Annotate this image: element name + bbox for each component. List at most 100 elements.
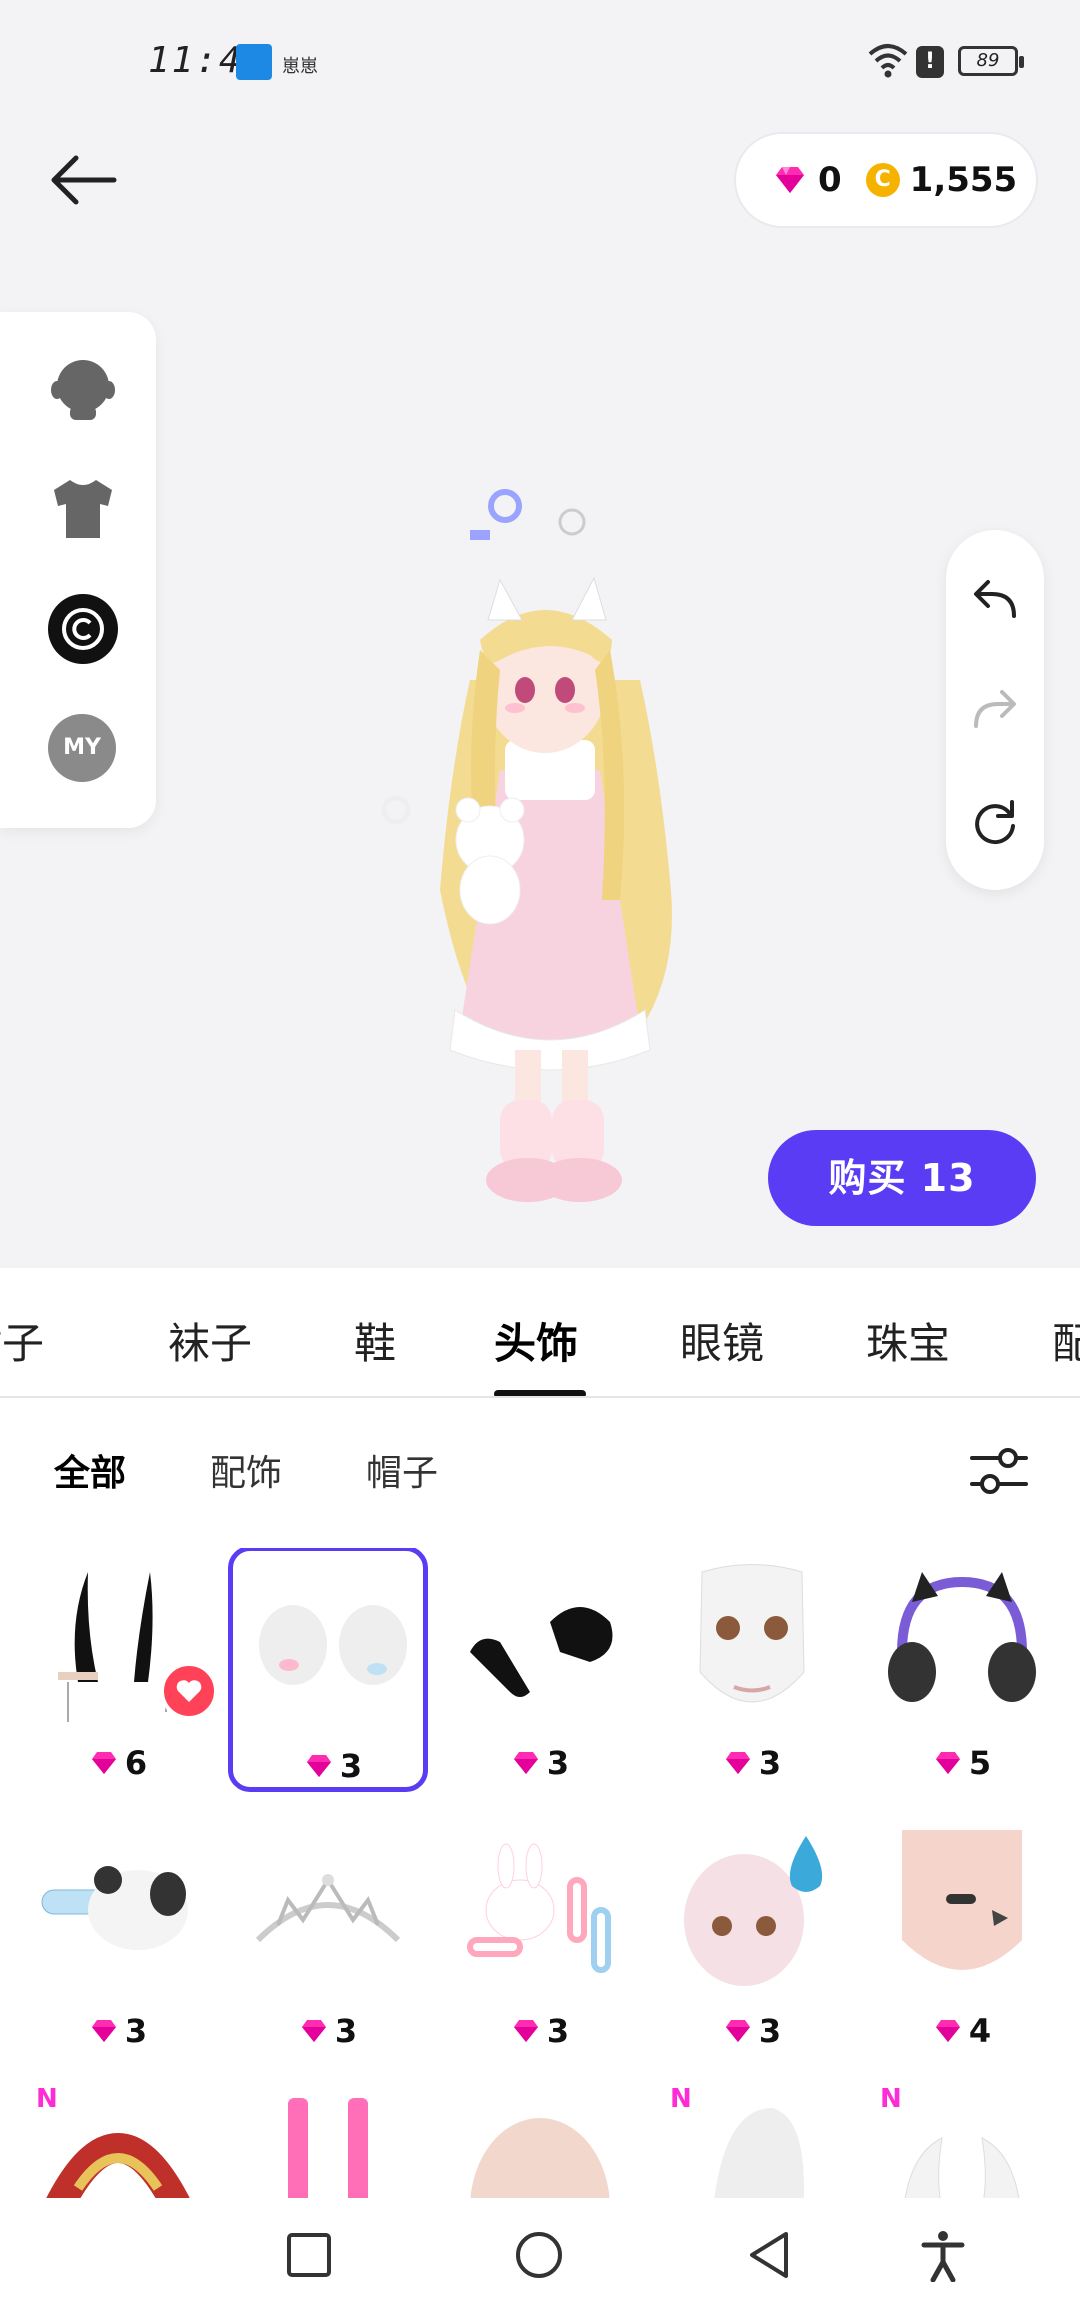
filter-icon[interactable]	[968, 1442, 1030, 1500]
item-price: 3	[233, 1747, 433, 1785]
item-card-horns[interactable]: 6	[18, 1548, 218, 1794]
item-card-sweat-drop-face[interactable]: 3	[652, 1816, 852, 2062]
white-wings-thumbnail	[904, 2137, 1020, 2198]
price-value: 4	[968, 2012, 992, 2050]
app-notification-label: 崽崽	[282, 56, 318, 77]
gem-icon	[513, 1752, 538, 1774]
tab-jewelry[interactable]: 珠宝	[866, 1310, 950, 1371]
item-price: 6	[18, 1744, 218, 1782]
gem-icon	[935, 2020, 960, 2042]
cat-ears-thumbnail	[259, 1605, 407, 1685]
item-price: 3	[440, 2012, 640, 2050]
tab-skirt[interactable]: 裙子	[0, 1310, 44, 1371]
tab-headwear[interactable]: 头饰	[494, 1310, 578, 1371]
item-card-gloves[interactable]: 3	[440, 1548, 640, 1794]
item-price: 4	[862, 2012, 1062, 2050]
price-value: 3	[124, 2012, 148, 2050]
item-card-bunny-clips[interactable]: 3	[440, 1816, 640, 2062]
item-price: 5	[862, 1744, 1062, 1782]
coin-count: 1,555	[909, 160, 1018, 200]
history-controls	[946, 530, 1044, 890]
item-card-white-wig[interactable]: N	[652, 2084, 852, 2198]
my-category-button[interactable]: MY	[48, 714, 118, 784]
gem-icon	[306, 1755, 331, 1777]
item-grid: 6 3 3 3 5 3 3 3 3 4 N N N	[0, 1548, 1080, 2198]
gem-icon	[725, 1752, 750, 1774]
head-category-icon[interactable]	[48, 354, 118, 424]
item-price: 3	[652, 1744, 852, 1782]
copyright-category-button[interactable]	[48, 594, 118, 664]
recent-apps-icon[interactable]	[282, 2228, 336, 2282]
gem-icon	[91, 1752, 116, 1774]
item-price: 3	[18, 2012, 218, 2050]
gem-count: 0	[818, 160, 842, 200]
favorite-heart-icon[interactable]	[160, 1662, 218, 1720]
item-card-face-piercing[interactable]: 4	[862, 1816, 1062, 2062]
price-value: 3	[339, 1747, 363, 1785]
subtab-accessories[interactable]: 配饰	[210, 1444, 282, 1496]
back-arrow-icon[interactable]	[46, 150, 118, 210]
bunny-hairclips-thumbnail	[467, 1843, 611, 1973]
back-nav-icon[interactable]	[742, 2228, 796, 2282]
gem-icon	[935, 1752, 960, 1774]
item-price: 3	[228, 2012, 428, 2050]
tab-accessories-partial[interactable]: 配	[1052, 1310, 1080, 1371]
price-value: 6	[124, 1744, 148, 1782]
home-icon[interactable]	[512, 2228, 566, 2282]
gem-icon	[301, 2020, 326, 2042]
item-card-tiara[interactable]: 3	[228, 1816, 428, 2062]
accessibility-icon[interactable]	[916, 2228, 970, 2282]
undo-icon[interactable]	[970, 576, 1020, 626]
system-nav-bar	[0, 2198, 1080, 2310]
item-card-face-mask[interactable]: 3	[652, 1548, 852, 1794]
wifi-icon	[868, 44, 908, 78]
battery-icon: 89	[958, 46, 1024, 76]
item-card-cat-ears[interactable]: 3	[228, 1548, 428, 1792]
white-wig-thumbnail	[714, 2108, 804, 2198]
my-label: MY	[48, 714, 116, 782]
redo-icon[interactable]	[970, 686, 1020, 736]
pink-ribbons-thumbnail	[288, 2098, 368, 2198]
status-bar: 11:40 崽崽 ! 89	[0, 0, 1080, 120]
coin-icon: C	[865, 163, 900, 197]
item-card-cat-headphones[interactable]: 5	[862, 1548, 1062, 1794]
item-card-bald-head[interactable]	[440, 2084, 640, 2198]
price-value: 3	[758, 1744, 782, 1782]
item-price: 3	[440, 1744, 640, 1782]
price-value: 3	[546, 1744, 570, 1782]
avatar-preview[interactable]	[340, 470, 760, 1230]
gem-icon	[513, 2020, 538, 2042]
black-gloves-thumbnail	[470, 1607, 613, 1697]
subtab-hats[interactable]: 帽子	[366, 1444, 438, 1496]
tiara-thumbnail	[255, 1874, 401, 1943]
app-notification-icon	[236, 44, 272, 80]
gem-icon	[776, 167, 804, 193]
subtab-all[interactable]: 全部	[54, 1444, 126, 1496]
tab-socks[interactable]: 袜子	[168, 1310, 252, 1371]
price-value: 5	[968, 1744, 992, 1782]
item-card-white-wings[interactable]: N	[862, 2084, 1062, 2198]
item-price: 3	[652, 2012, 852, 2050]
face-mask-thumbnail	[699, 1564, 805, 1703]
copyright-icon	[48, 594, 118, 664]
reset-icon[interactable]	[970, 798, 1020, 848]
price-value: 3	[546, 2012, 570, 2050]
sub-tabs: 全部 配饰 帽子	[0, 1438, 1080, 1508]
item-card-flower-crown[interactable]: N	[18, 2084, 218, 2198]
face-piercing-thumbnail	[902, 1830, 1022, 1970]
price-value: 3	[334, 2012, 358, 2050]
tab-glasses[interactable]: 眼镜	[680, 1310, 764, 1371]
item-panel: 裙子 袜子 鞋 头饰 眼镜 珠宝 配 全部 配饰 帽子	[0, 1268, 1080, 2198]
price-value: 3	[758, 2012, 782, 2050]
panda-hairclip-thumbnail	[41, 1866, 188, 1950]
item-card-panda-clip[interactable]: 3	[18, 1816, 218, 2062]
item-card-pink-ribbons[interactable]	[228, 2084, 428, 2198]
currency-balance[interactable]: 0 C 1,555	[736, 134, 1036, 226]
clothing-category-icon[interactable]	[48, 474, 118, 544]
tab-shoes[interactable]: 鞋	[354, 1310, 396, 1371]
gem-icon	[91, 2020, 116, 2042]
buy-button[interactable]: 购买 13	[768, 1130, 1036, 1226]
category-rail: MY	[0, 312, 156, 828]
flower-crown-thumbnail	[46, 2133, 190, 2198]
category-tabs: 裙子 袜子 鞋 头饰 眼镜 珠宝 配	[0, 1268, 1080, 1398]
